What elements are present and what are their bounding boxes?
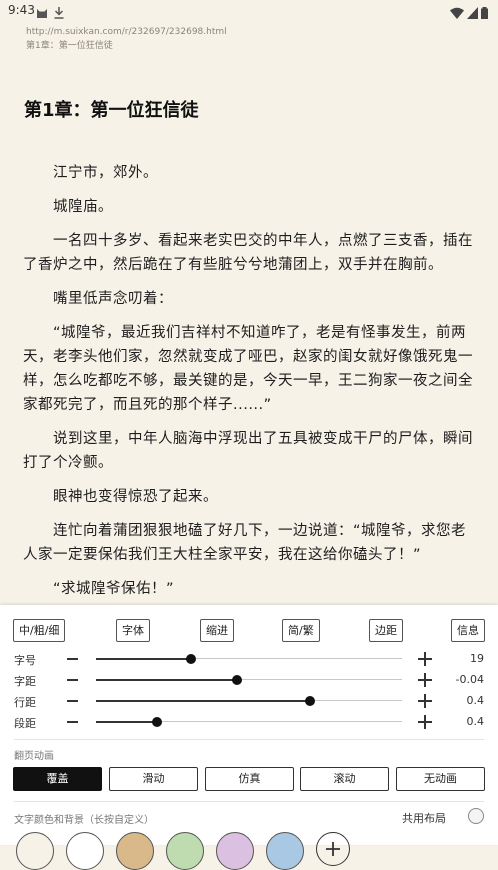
paragraph: 城隍庙。 <box>53 199 113 215</box>
simplified-traditional-button[interactable]: 简/繁 <box>282 619 320 642</box>
decrease-button[interactable] <box>67 679 78 681</box>
slider-thumb[interactable] <box>305 695 316 706</box>
divider <box>14 801 484 802</box>
paragraph: 一名四十多岁、看起来老实巴交的中年人，点燃了三支香，插在了香炉之中，然后跪在了有… <box>23 233 473 273</box>
slider-label: 行距 <box>14 696 36 709</box>
color-swatch[interactable] <box>216 832 254 870</box>
chapter-content: 江宁市，郊外。 城隍庙。 一名四十多岁、看起来老实巴交的中年人，点燃了三支香，插… <box>23 161 478 605</box>
reader-page[interactable]: http://m.suixkan.com/r/232697/232698.htm… <box>0 0 498 605</box>
anim-scroll-button[interactable]: 滚动 <box>300 767 389 791</box>
paragraph: 连忙向着蒲团狠狠地磕了好几下，一边说道：“城隍爷，求您老人家一定要保佑我们王大柱… <box>23 523 467 563</box>
line-spacing-slider-row: 行距 0.4 <box>0 691 498 711</box>
paragraph-spacing-slider[interactable] <box>96 716 402 727</box>
color-swatch[interactable] <box>16 832 54 870</box>
slider-thumb[interactable] <box>231 674 242 685</box>
slider-label: 字距 <box>14 675 36 688</box>
slider-label: 段距 <box>14 717 36 730</box>
reading-settings-panel: 中/粗/细 字体 缩进 简/繁 边距 信息 字号 19 字距 -0.04 行距 … <box>0 605 498 870</box>
divider <box>14 739 484 740</box>
anim-slide-button[interactable]: 滑动 <box>109 767 198 791</box>
paragraph: 江宁市，郊外。 <box>53 165 158 181</box>
decrease-button[interactable] <box>67 721 78 723</box>
page-animation-label: 翻页动画 <box>14 751 54 762</box>
line-spacing-slider[interactable] <box>96 695 402 706</box>
chapter-header-small: 第1章：第一位狂信徒 <box>26 41 113 51</box>
anim-none-button[interactable]: 无动画 <box>396 767 485 791</box>
info-button[interactable]: 信息 <box>451 619 485 642</box>
font-button[interactable]: 字体 <box>116 619 150 642</box>
slider-value: 19 <box>470 652 484 665</box>
color-swatch[interactable] <box>116 832 154 870</box>
shared-layout-label: 共用布局 <box>402 812 446 825</box>
letter-spacing-slider-row: 字距 -0.04 <box>0 670 498 690</box>
increase-button[interactable] <box>418 715 432 729</box>
paragraph: 眼神也变得惊恐了起来。 <box>53 489 218 505</box>
chapter-title: 第1章：第一位狂信徒 <box>24 100 199 121</box>
option-buttons-row: 中/粗/细 字体 缩进 简/繁 边距 信息 <box>0 619 498 643</box>
slider-value: 0.4 <box>466 694 485 707</box>
add-icon[interactable] <box>316 832 350 866</box>
paragraph: 说到这里，中年人脑海中浮现出了五具被变成干尸的尸体，瞬间打了个冷颤。 <box>23 431 473 471</box>
paragraph: “城隍爷，最近我们吉祥村不知道咋了，老是有怪事发生，前两天，老李头他们家，忽然就… <box>23 325 473 413</box>
slider-value: 0.4 <box>466 715 485 728</box>
margin-button[interactable]: 边距 <box>369 619 403 642</box>
shared-layout-toggle[interactable] <box>468 808 484 824</box>
increase-button[interactable] <box>418 673 432 687</box>
letter-spacing-slider[interactable] <box>96 674 402 685</box>
slider-label: 字号 <box>14 654 36 667</box>
slider-value: -0.04 <box>455 673 484 686</box>
font-size-slider[interactable] <box>96 653 402 664</box>
page-url: http://m.suixkan.com/r/232697/232698.htm… <box>26 27 227 37</box>
increase-button[interactable] <box>418 652 432 666</box>
text-color-bg-label: 文字颜色和背景（长按自定义） <box>14 815 154 826</box>
paragraph: “求城隍爷保佑！” <box>53 581 175 597</box>
color-swatch[interactable] <box>266 832 304 870</box>
font-size-slider-row: 字号 19 <box>0 649 498 669</box>
anim-simulation-button[interactable]: 仿真 <box>205 767 294 791</box>
color-swatch[interactable] <box>66 832 104 870</box>
decrease-button[interactable] <box>67 658 78 660</box>
paragraph: 嘴里低声念叨着： <box>53 291 173 307</box>
anim-cover-button[interactable]: 覆盖 <box>13 767 102 791</box>
paragraph-spacing-slider-row: 段距 0.4 <box>0 712 498 732</box>
decrease-button[interactable] <box>67 700 78 702</box>
color-swatch[interactable] <box>166 832 204 870</box>
increase-button[interactable] <box>418 694 432 708</box>
slider-thumb[interactable] <box>152 716 163 727</box>
font-weight-button[interactable]: 中/粗/细 <box>13 619 66 642</box>
indent-button[interactable]: 缩进 <box>200 619 234 642</box>
slider-thumb[interactable] <box>185 653 196 664</box>
